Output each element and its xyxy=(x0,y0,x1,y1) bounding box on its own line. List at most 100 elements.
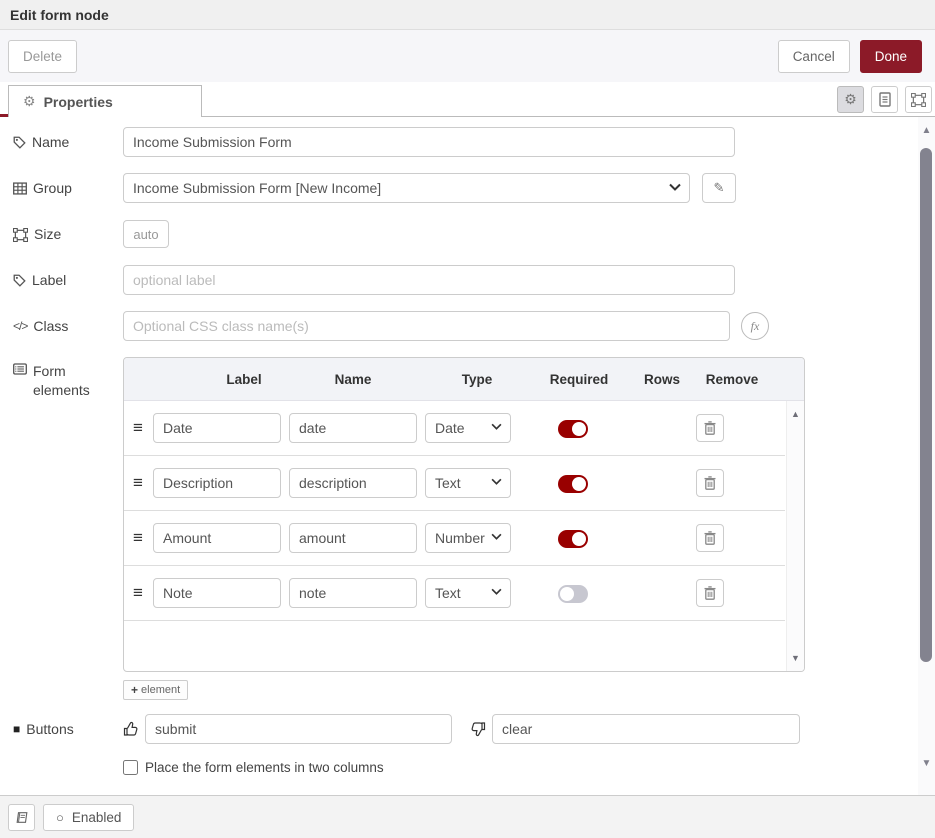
clear-button-label-input[interactable] xyxy=(492,714,800,744)
element-name-input[interactable] xyxy=(289,523,417,553)
dialog-footer: ○ Enabled xyxy=(0,795,935,838)
required-toggle[interactable] xyxy=(558,420,588,438)
dynamic-class-button[interactable]: fx xyxy=(741,312,769,340)
submit-button-label-input[interactable] xyxy=(145,714,452,744)
node-help-button[interactable] xyxy=(8,804,35,831)
column-header-name: Name xyxy=(335,372,372,387)
list-alt-icon xyxy=(13,362,27,375)
element-row-date: ≡ Date xyxy=(124,401,785,456)
label-input[interactable] xyxy=(123,265,735,295)
drag-handle-icon[interactable]: ≡ xyxy=(133,528,143,548)
drag-handle-icon[interactable]: ≡ xyxy=(133,473,143,493)
size-label: Size xyxy=(13,225,123,244)
chevron-down-icon xyxy=(491,533,502,540)
class-row: </> Class fx xyxy=(13,311,918,341)
trash-icon xyxy=(704,586,716,600)
group-select[interactable]: Income Submission Form [New Income] xyxy=(123,173,690,203)
label-label: Label xyxy=(13,271,123,290)
two-columns-label: Place the form elements in two columns xyxy=(145,760,384,775)
object-group-icon xyxy=(911,93,926,107)
plus-icon: + xyxy=(131,683,138,697)
properties-panel: Name Group Income Submission Form [New I… xyxy=(0,117,935,795)
form-elements-table-body: ≡ Date ≡ xyxy=(124,401,804,671)
element-type-select[interactable]: Date xyxy=(425,413,511,443)
chevron-down-icon xyxy=(491,478,502,485)
scrollbar-thumb[interactable] xyxy=(920,148,932,662)
form-elements-table: Label Name Type Required Rows Remove ≡ D… xyxy=(123,357,805,672)
code-icon: </> xyxy=(13,317,27,336)
scroll-down-icon[interactable]: ▼ xyxy=(918,758,935,769)
edit-group-button[interactable]: ✎ xyxy=(702,173,736,203)
tab-bar: ⚙ Properties ⚙ xyxy=(0,82,935,117)
group-select-value: Income Submission Form [New Income] xyxy=(133,180,381,196)
trash-icon xyxy=(704,531,716,545)
element-name-input[interactable] xyxy=(289,468,417,498)
name-row: Name xyxy=(13,127,918,157)
buttons-label: ■ Buttons xyxy=(13,720,123,739)
required-toggle[interactable] xyxy=(558,530,588,548)
remove-element-button[interactable] xyxy=(696,524,724,552)
element-name-input[interactable] xyxy=(289,578,417,608)
description-view-button[interactable] xyxy=(871,86,898,113)
element-label-input[interactable] xyxy=(153,413,281,443)
edit-form-node-dialog: Edit form node Delete Cancel Done ⚙ Prop… xyxy=(0,0,935,838)
remove-element-button[interactable] xyxy=(696,414,724,442)
group-row: Group Income Submission Form [New Income… xyxy=(13,173,918,203)
remove-element-button[interactable] xyxy=(696,469,724,497)
pencil-icon: ✎ xyxy=(714,180,725,196)
element-label-input[interactable] xyxy=(153,578,281,608)
name-label: Name xyxy=(13,133,123,152)
class-label: </> Class xyxy=(13,317,123,336)
properties-view-button[interactable]: ⚙ xyxy=(837,86,864,113)
element-label-input[interactable] xyxy=(153,468,281,498)
required-toggle[interactable] xyxy=(558,585,588,603)
appearance-view-button[interactable] xyxy=(905,86,932,113)
remove-element-button[interactable] xyxy=(696,579,724,607)
element-type-select[interactable]: Text xyxy=(425,468,511,498)
tab-properties-label: Properties xyxy=(44,94,113,110)
dialog-header: Edit form node xyxy=(0,0,935,30)
scroll-up-icon[interactable]: ▲ xyxy=(787,409,804,419)
drag-handle-icon[interactable]: ≡ xyxy=(133,418,143,438)
tab-properties[interactable]: ⚙ Properties xyxy=(8,85,202,117)
column-header-remove: Remove xyxy=(706,372,759,387)
node-enabled-button[interactable]: ○ Enabled xyxy=(43,804,134,831)
name-input[interactable] xyxy=(123,127,735,157)
element-row-description: ≡ Text xyxy=(124,456,785,511)
element-name-input[interactable] xyxy=(289,413,417,443)
two-columns-checkbox[interactable] xyxy=(123,760,138,775)
scroll-up-icon[interactable]: ▲ xyxy=(918,125,935,136)
tab-bar-accent-edge xyxy=(0,114,8,117)
element-row-note: ≡ Text xyxy=(124,566,785,621)
fx-icon: fx xyxy=(751,319,760,334)
add-element-button[interactable]: + element xyxy=(123,680,188,700)
buttons-field xyxy=(123,714,800,744)
object-group-icon xyxy=(13,227,28,242)
element-label-input[interactable] xyxy=(153,523,281,553)
toggle-knob xyxy=(572,532,586,546)
trash-icon xyxy=(704,476,716,490)
scroll-down-icon[interactable]: ▼ xyxy=(787,653,804,663)
form-elements-row: Form elements Label Name Type Required R… xyxy=(13,357,918,672)
chevron-down-icon xyxy=(491,588,502,595)
editor-view-buttons: ⚙ xyxy=(837,86,932,113)
buttons-row: ■ Buttons xyxy=(13,714,918,744)
dialog-title: Edit form node xyxy=(10,7,109,23)
element-type-select[interactable]: Number xyxy=(425,523,511,553)
size-row: Size auto xyxy=(13,219,918,249)
element-type-select[interactable]: Text xyxy=(425,578,511,608)
required-toggle[interactable] xyxy=(558,475,588,493)
gear-icon: ⚙ xyxy=(23,93,36,110)
size-auto-button[interactable]: auto xyxy=(123,220,169,248)
panel-scrollbar: ▲ ▼ xyxy=(918,117,935,795)
class-input[interactable] xyxy=(123,311,730,341)
cancel-button[interactable]: Cancel xyxy=(778,40,850,73)
two-columns-row: Place the form elements in two columns xyxy=(123,760,918,775)
drag-handle-icon[interactable]: ≡ xyxy=(133,583,143,603)
done-button[interactable]: Done xyxy=(860,40,922,73)
thumbs-down-icon xyxy=(470,721,486,737)
trash-icon xyxy=(704,421,716,435)
book-icon xyxy=(15,811,29,824)
delete-button[interactable]: Delete xyxy=(8,40,77,73)
toggle-knob xyxy=(572,477,586,491)
